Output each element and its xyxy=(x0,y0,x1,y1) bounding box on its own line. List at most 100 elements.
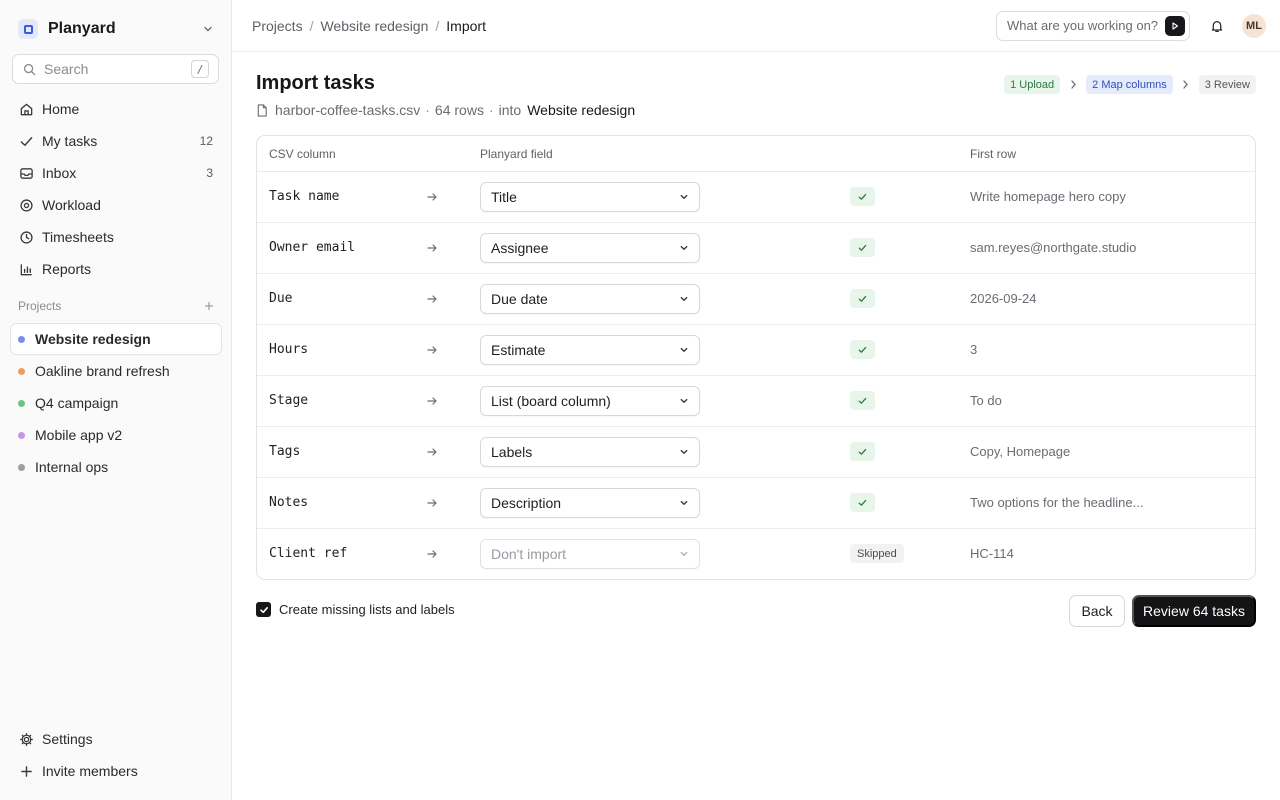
row-count: 64 rows xyxy=(434,102,484,118)
nav-item-invite-members[interactable]: Invite members xyxy=(10,755,222,787)
create-missing-option[interactable]: Create missing lists and labels xyxy=(256,602,455,617)
arrow-right-icon xyxy=(427,193,437,201)
workload-icon xyxy=(18,197,34,213)
project-item-q4-campaign[interactable]: Q4 campaign xyxy=(10,387,222,419)
step-map-columns[interactable]: 2 Map columns xyxy=(1086,75,1173,94)
import-stepper: 1 Upload 2 Map columns 3 Review xyxy=(1004,75,1256,94)
field-select-value: Due date xyxy=(491,291,548,307)
main-nav: Home My tasks 12 Inbox 3 Workload Timesh… xyxy=(10,93,222,285)
field-select[interactable]: List (board column) xyxy=(480,386,700,416)
table-row: Due Due date 2026-09-24 xyxy=(257,274,1255,325)
project-color-dot xyxy=(18,335,25,343)
play-icon[interactable] xyxy=(1165,15,1185,36)
nav-item-settings[interactable]: Settings xyxy=(10,723,222,755)
avatar[interactable]: ML xyxy=(1242,13,1266,38)
chevron-down-icon xyxy=(679,396,689,406)
separator-dot: · xyxy=(425,102,430,118)
gear-icon xyxy=(18,731,34,747)
search-input[interactable]: Search / xyxy=(12,54,219,84)
chevron-down-icon xyxy=(203,24,213,34)
check-icon xyxy=(850,442,875,461)
checkbox-label: Create missing lists and labels xyxy=(279,602,455,617)
project-color-dot xyxy=(18,399,25,407)
nav-item-timesheets[interactable]: Timesheets xyxy=(10,221,222,253)
nav-item-home[interactable]: Home xyxy=(10,93,222,125)
table-header: CSV column Planyard field First row xyxy=(257,136,1255,172)
arrow-right-icon xyxy=(427,295,437,303)
checkbox[interactable] xyxy=(256,602,271,617)
nav-item-reports[interactable]: Reports xyxy=(10,253,222,285)
header-first-row: First row xyxy=(970,147,1016,161)
nav-item-count: 3 xyxy=(206,166,213,180)
table-row: Task name Title Write homepage hero copy xyxy=(257,172,1255,223)
add-project-icon[interactable] xyxy=(204,301,214,311)
nav-item-label: Home xyxy=(42,101,80,117)
nav-item-inbox[interactable]: Inbox 3 xyxy=(10,157,222,189)
bar-chart-icon xyxy=(18,261,34,277)
field-select-value: Assignee xyxy=(491,240,549,256)
table-row: Stage List (board column) To do xyxy=(257,376,1255,427)
chevron-down-icon xyxy=(679,447,689,457)
nav-item-label: Invite members xyxy=(42,763,138,779)
project-color-dot xyxy=(18,431,25,439)
file-summary: harbor-coffee-tasks.csv · 64 rows · into… xyxy=(256,102,635,118)
first-row-value: 3 xyxy=(970,342,978,357)
breadcrumb-separator: / xyxy=(435,17,440,34)
check-icon xyxy=(850,289,875,308)
project-item-oakline-brand-refresh[interactable]: Oakline brand refresh xyxy=(10,355,222,387)
field-select[interactable]: Labels xyxy=(480,437,700,467)
check-icon xyxy=(850,493,875,512)
nav-item-workload[interactable]: Workload xyxy=(10,189,222,221)
csv-column-name: Owner email xyxy=(269,240,356,255)
arrow-right-icon xyxy=(427,499,437,507)
file-icon xyxy=(257,103,267,117)
field-select-value: List (board column) xyxy=(491,393,611,409)
nav-item-my-tasks[interactable]: My tasks 12 xyxy=(10,125,222,157)
field-select[interactable]: Assignee xyxy=(480,233,700,263)
breadcrumb-projects[interactable]: Projects xyxy=(252,18,303,34)
check-icon xyxy=(18,133,34,149)
projects-header: Projects xyxy=(18,299,214,313)
search-placeholder: Search xyxy=(44,61,89,77)
nav-item-label: Settings xyxy=(42,731,93,747)
clock-icon xyxy=(18,229,34,245)
chevron-down-icon xyxy=(679,498,689,508)
field-select-value: Estimate xyxy=(491,342,546,358)
review-tasks-button[interactable]: Review 64 tasks xyxy=(1132,595,1256,627)
project-item-internal-ops[interactable]: Internal ops xyxy=(10,451,222,483)
top-bar: Projects / Website redesign / Import Wha… xyxy=(232,0,1280,52)
check-icon xyxy=(850,187,875,206)
chevron-right-icon xyxy=(1173,80,1199,89)
first-row-value: Two options for the headline... xyxy=(970,495,1144,510)
field-select[interactable]: Due date xyxy=(480,284,700,314)
csv-column-name: Task name xyxy=(269,189,340,204)
nav-item-label: Timesheets xyxy=(42,229,114,245)
back-button[interactable]: Back xyxy=(1069,595,1125,627)
csv-column-name: Tags xyxy=(269,444,301,459)
project-item-mobile-app-v2[interactable]: Mobile app v2 xyxy=(10,419,222,451)
breadcrumb-website-redesign[interactable]: Website redesign xyxy=(320,18,428,34)
nav-item-label: Reports xyxy=(42,261,92,277)
arrow-right-icon xyxy=(427,448,437,456)
csv-column-name: Notes xyxy=(269,495,309,510)
check-icon xyxy=(850,391,875,410)
mapping-status xyxy=(850,391,875,410)
nav-item-label: My tasks xyxy=(42,133,98,149)
breadcrumb-import: Import xyxy=(446,17,486,34)
arrow-right-icon xyxy=(427,550,437,558)
field-select[interactable]: Don't import xyxy=(480,539,700,569)
project-label: Oakline brand refresh xyxy=(35,363,170,379)
field-select[interactable]: Description xyxy=(480,488,700,518)
workspace-switcher[interactable]: Planyard xyxy=(18,16,213,42)
step-upload[interactable]: 1 Upload xyxy=(1004,75,1061,94)
mapping-status xyxy=(850,442,875,461)
mapping-status xyxy=(850,493,875,512)
chevron-down-icon xyxy=(679,192,689,202)
field-select[interactable]: Title xyxy=(480,182,700,212)
plus-icon xyxy=(18,763,34,779)
bell-icon[interactable] xyxy=(1202,11,1232,41)
ask-input[interactable]: What are you working on? xyxy=(996,10,1190,41)
project-item-website-redesign[interactable]: Website redesign xyxy=(10,323,222,355)
field-select[interactable]: Estimate xyxy=(480,335,700,365)
table-row: Tags Labels Copy, Homepage xyxy=(257,427,1255,478)
